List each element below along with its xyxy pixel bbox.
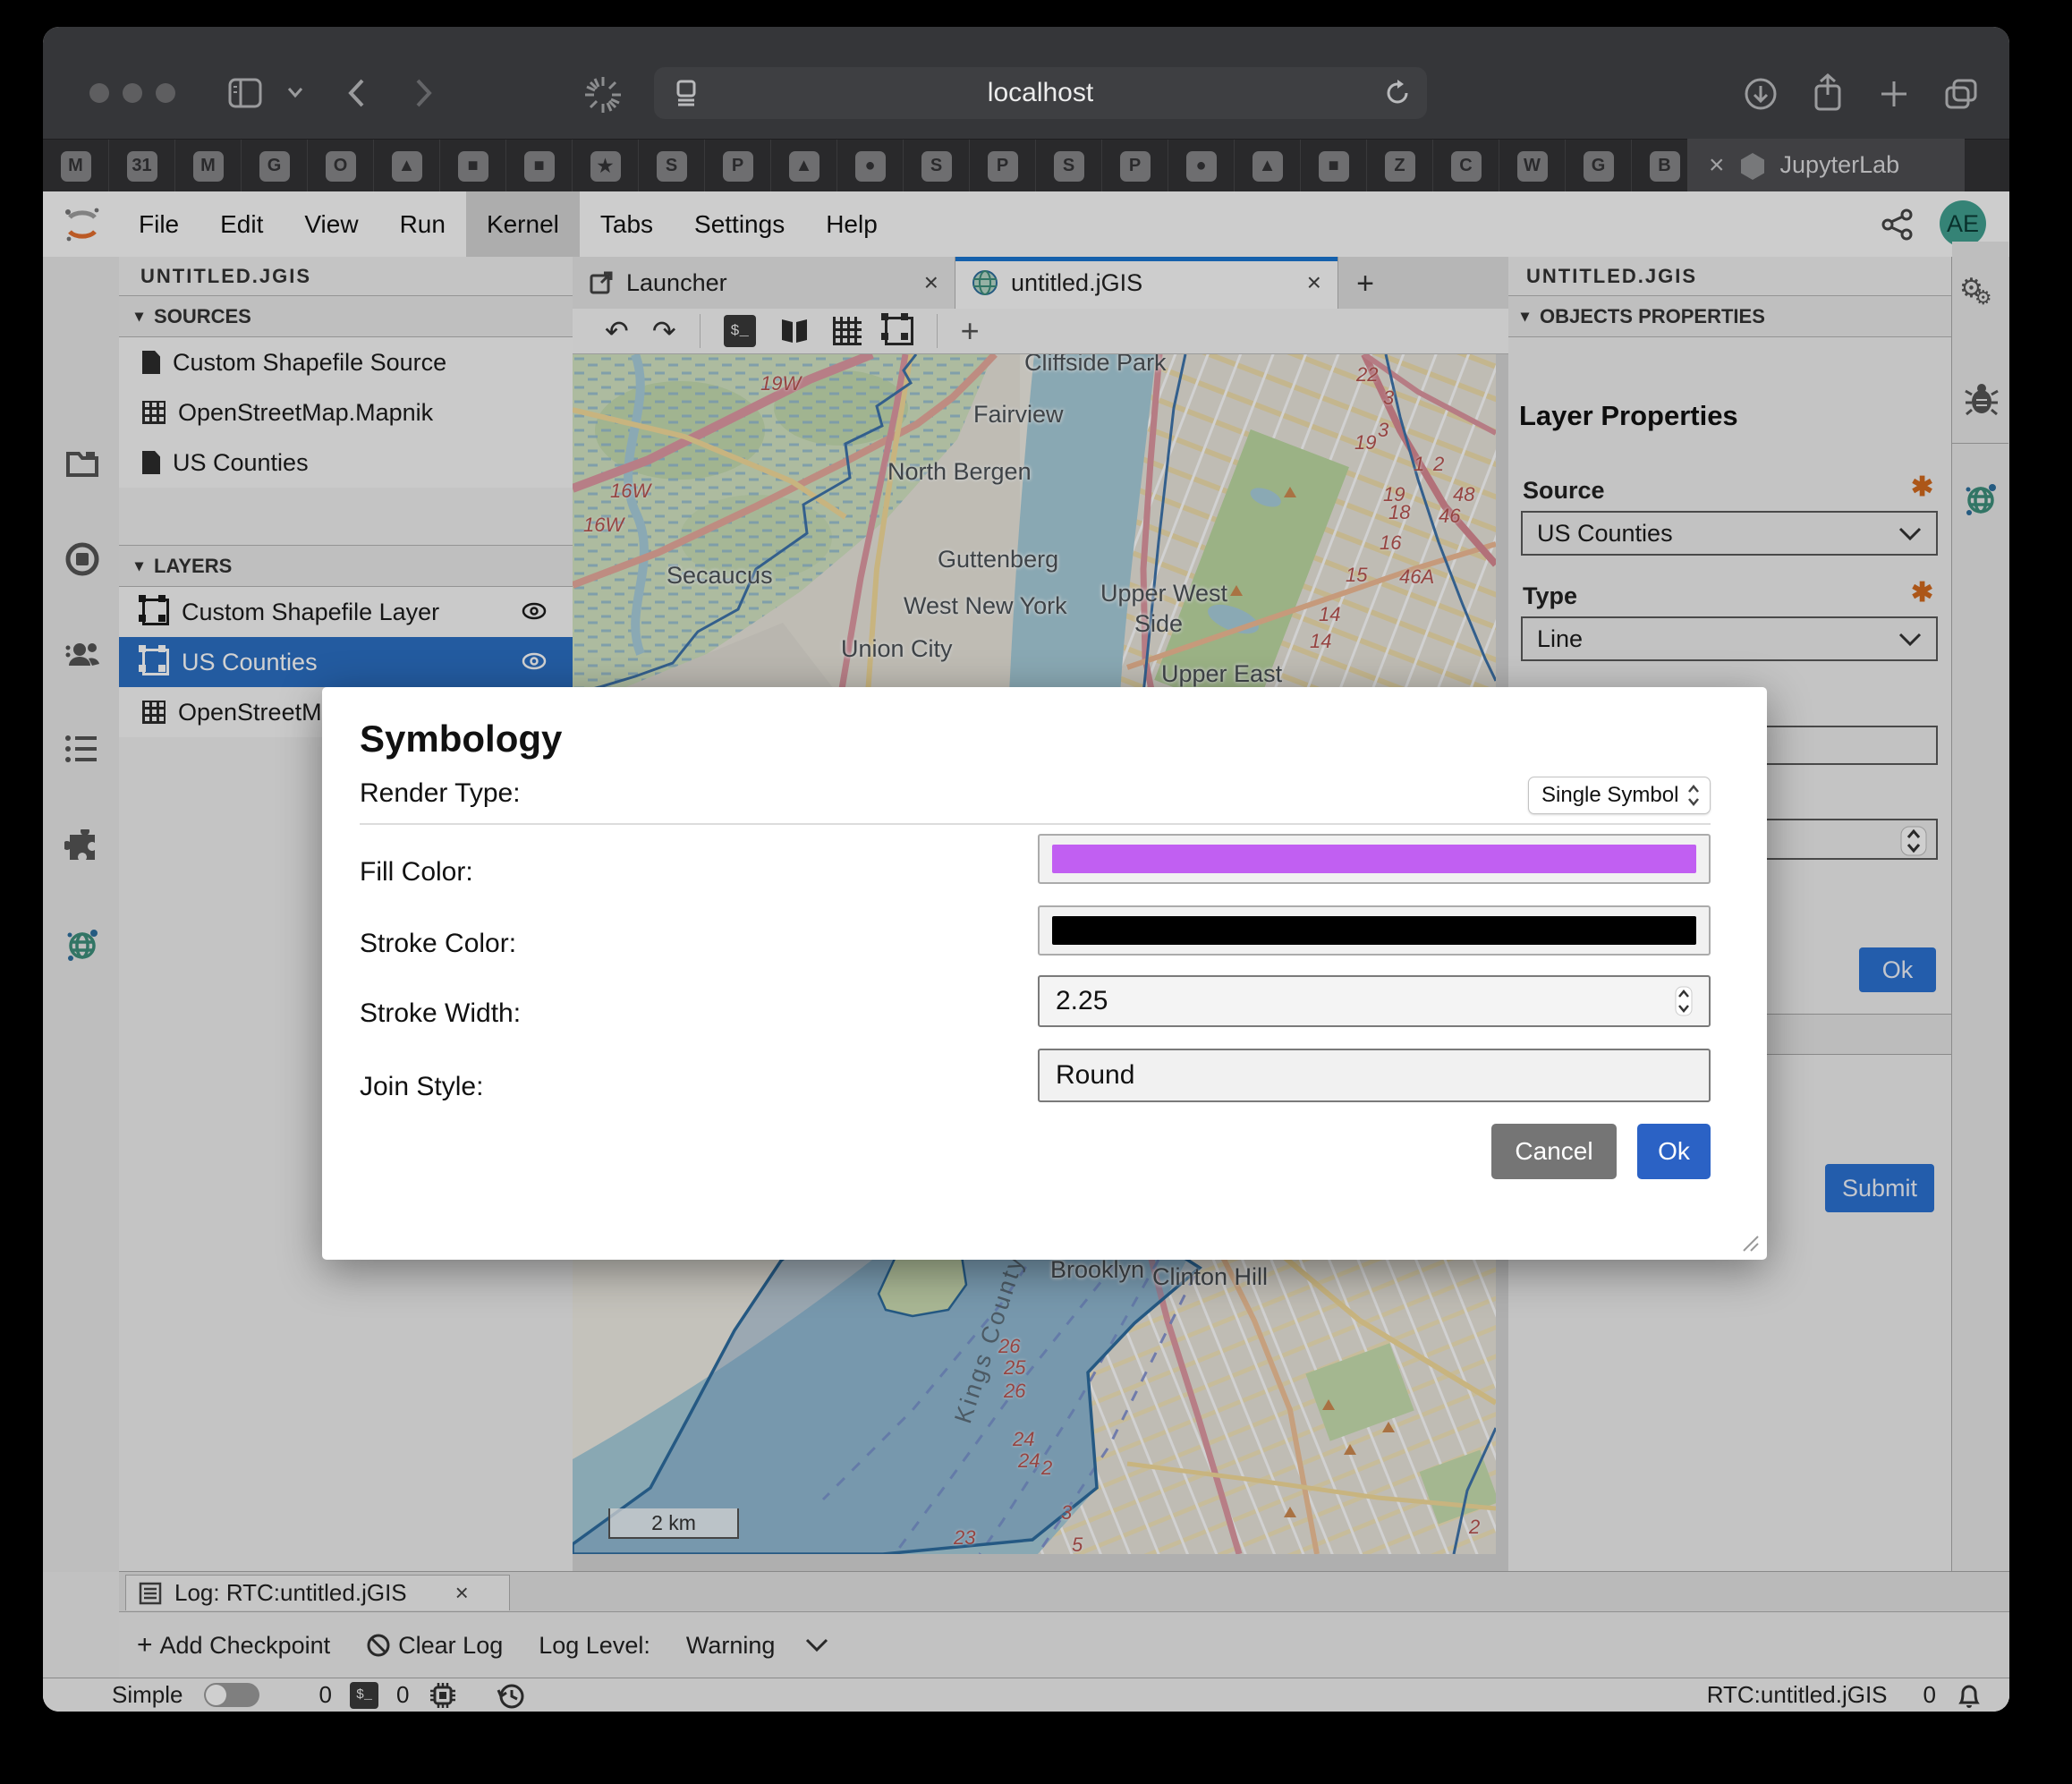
bookmark-favicon[interactable]: ▲	[1235, 140, 1301, 192]
cancel-button[interactable]: Cancel	[1491, 1124, 1617, 1179]
bookmark-favicon[interactable]: G	[242, 140, 308, 192]
ok-button[interactable]: Ok	[1637, 1124, 1711, 1179]
bookmark-favicon[interactable]: O	[308, 140, 374, 192]
bookmark-favicon[interactable]: ■	[440, 140, 506, 192]
bookmark-favicon[interactable]: M	[43, 140, 109, 192]
bookmark-favicon[interactable]: S	[904, 140, 970, 192]
sidebar-chevron-icon[interactable]	[286, 86, 304, 98]
bookmark-favicon[interactable]: P	[705, 140, 771, 192]
stroke-color-swatch	[1052, 916, 1696, 945]
bookmark-favicon[interactable]: C	[1433, 140, 1499, 192]
new-tab-button[interactable]	[1879, 79, 1909, 109]
jupyterlab-favicon-hexagon-icon	[1739, 151, 1766, 180]
browser-tab-label: JupyterLab	[1780, 151, 1900, 179]
dialog-title: Symbology	[360, 718, 562, 760]
bookmark-favicon[interactable]: M	[175, 140, 242, 192]
resize-handle-icon[interactable]	[1738, 1231, 1760, 1253]
tab-overview-button[interactable]	[1943, 77, 1979, 111]
reload-icon[interactable]	[1384, 80, 1411, 106]
close-tab-icon[interactable]: ×	[1709, 150, 1725, 181]
bookmark-favicon[interactable]: 31	[109, 140, 175, 192]
bookmark-favicon[interactable]: ▲	[374, 140, 440, 192]
loading-spinner-icon	[583, 75, 623, 115]
bookmark-favicon[interactable]: S	[1036, 140, 1102, 192]
row-divider	[360, 823, 1711, 825]
bookmark-favicon[interactable]: P	[1102, 140, 1168, 192]
join-style-select[interactable]: Round	[1038, 1049, 1711, 1102]
zoom-window-button[interactable]	[156, 83, 175, 103]
minimize-window-button[interactable]	[123, 83, 142, 103]
bookmark-favicon[interactable]: P	[970, 140, 1036, 192]
address-bar[interactable]: localhost	[654, 67, 1427, 119]
bookmark-favicon[interactable]: S	[639, 140, 705, 192]
render-type-select[interactable]: Single Symbol	[1528, 777, 1711, 814]
stroke-color-label: Stroke Color:	[360, 929, 516, 959]
bookmark-favicon[interactable]: ▲	[771, 140, 837, 192]
bookmark-favicon[interactable]: Z	[1367, 140, 1433, 192]
updown-stepper-icon	[1686, 784, 1701, 807]
updown-stepper-icon[interactable]	[1675, 986, 1693, 1016]
bookmark-favicon[interactable]: W	[1499, 140, 1566, 192]
bookmark-favicon[interactable]: G	[1566, 140, 1632, 192]
fill-color-label: Fill Color:	[360, 857, 473, 888]
url-text: localhost	[988, 78, 1093, 108]
symbology-dialog: Symbology Render Type: Single Symbol Fil…	[322, 687, 1767, 1260]
browser-tab-jupyterlab[interactable]: × JupyterLab	[1687, 139, 1965, 191]
back-button[interactable]	[344, 77, 370, 109]
close-window-button[interactable]	[89, 83, 109, 103]
reader-icon[interactable]	[672, 79, 701, 107]
join-style-value: Round	[1056, 1060, 1134, 1091]
fill-color-input[interactable]	[1038, 834, 1711, 884]
share-button[interactable]	[1811, 73, 1845, 113]
render-type-label: Render Type:	[360, 778, 521, 809]
bookmark-favicon[interactable]: ●	[837, 140, 904, 192]
downloads-button[interactable]	[1744, 77, 1778, 111]
bookmark-favicon[interactable]: ■	[506, 140, 573, 192]
browser-titlebar: localhost	[43, 27, 2009, 139]
bookmark-favicon[interactable]: ■	[1301, 140, 1367, 192]
stroke-color-input[interactable]	[1038, 905, 1711, 956]
bookmark-favicon[interactable]: ●	[1168, 140, 1235, 192]
stroke-width-input[interactable]: 2.25	[1038, 975, 1711, 1027]
sidebar-toggle-icon[interactable]	[226, 74, 264, 112]
stroke-width-label: Stroke Width:	[360, 998, 521, 1029]
stroke-width-value: 2.25	[1056, 986, 1108, 1016]
fill-color-swatch	[1052, 845, 1696, 873]
bookmark-favicon[interactable]: ★	[573, 140, 639, 192]
browser-window: localhost M 31 M G O ▲ ■ ■ ★ S P	[43, 27, 2009, 1712]
join-style-label: Join Style:	[360, 1072, 483, 1102]
forward-button[interactable]	[410, 77, 437, 109]
